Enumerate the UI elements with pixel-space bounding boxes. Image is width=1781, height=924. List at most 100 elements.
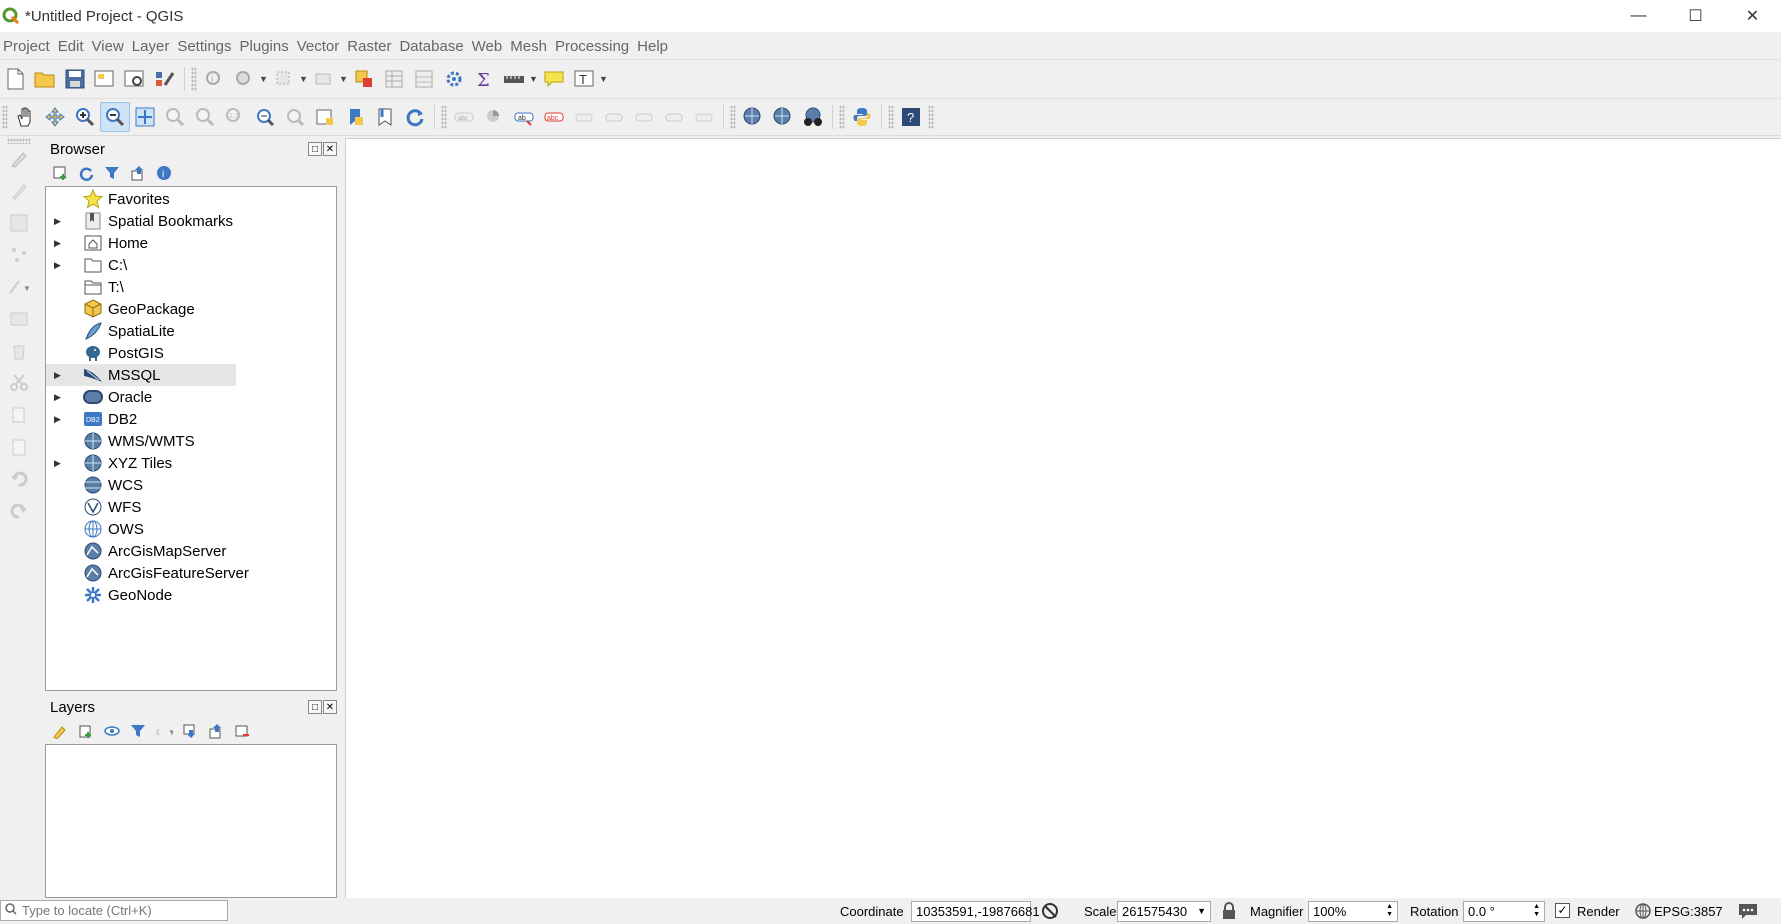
browser-item[interactable]: WMS/WMTS <box>46 430 336 452</box>
expand-arrow-icon[interactable]: ▶ <box>54 392 68 403</box>
pan-to-selection-icon[interactable] <box>40 102 70 132</box>
help-icon[interactable]: ? <box>896 102 926 132</box>
coordinate-field[interactable]: 10353591,-19876681 <box>911 900 1040 922</box>
browser-item[interactable]: ▶ XYZ Tiles <box>46 452 336 474</box>
zoom-to-selection-icon[interactable] <box>160 102 190 132</box>
render-checkbox[interactable]: ✓ <box>1555 903 1570 918</box>
zoom-to-layer-icon[interactable] <box>190 102 220 132</box>
pin-labels-icon[interactable] <box>569 102 599 132</box>
close-panel-button[interactable]: ✕ <box>323 142 337 156</box>
spin-arrows-icon[interactable]: ▲ ▼ <box>1386 903 1393 919</box>
filter-by-expression-icon[interactable]: ε ▼ <box>155 722 173 740</box>
menu-view[interactable]: View <box>89 38 129 55</box>
cut-features-icon[interactable] <box>4 368 34 398</box>
messages-icon[interactable] <box>1737 901 1759 924</box>
undo-icon[interactable] <box>4 464 34 494</box>
chevron-down-icon[interactable]: ▼ <box>299 74 309 84</box>
delete-selected-icon[interactable] <box>4 336 34 366</box>
browser-item[interactable]: GeoPackage <box>46 298 336 320</box>
browser-item[interactable]: WCS <box>46 474 336 496</box>
browser-item[interactable]: ArcGisFeatureServer <box>46 562 336 584</box>
manage-map-themes-icon[interactable] <box>103 722 121 740</box>
menu-processing[interactable]: Processing <box>552 38 634 55</box>
collapse-all-icon[interactable] <box>129 164 147 182</box>
copy-features-icon[interactable] <box>4 400 34 430</box>
run-feature-action-icon[interactable] <box>229 64 259 94</box>
browser-item[interactable]: PostGIS <box>46 342 336 364</box>
metasearch-results-icon[interactable] <box>768 102 798 132</box>
open-layer-styling-icon[interactable] <box>51 722 69 740</box>
rotate-label-icon[interactable] <box>659 102 689 132</box>
paste-features-icon[interactable] <box>4 432 34 462</box>
lock-scale-icon[interactable] <box>1221 902 1237 923</box>
change-label-icon[interactable] <box>689 102 719 132</box>
maximize-button[interactable]: ☐ <box>1667 0 1724 32</box>
crs-globe-icon[interactable] <box>1634 902 1652 923</box>
save-project-icon[interactable] <box>60 64 90 94</box>
highlight-pinned-labels-icon[interactable]: ab <box>509 102 539 132</box>
browser-item[interactable]: ▶ DB2 DB2 <box>46 408 336 430</box>
undock-panel-button[interactable]: □ <box>308 700 322 714</box>
refresh-icon[interactable] <box>400 102 430 132</box>
map-tips-icon[interactable] <box>539 64 569 94</box>
style-manager-icon[interactable] <box>150 64 180 94</box>
browser-item[interactable]: ▶ MSSQL <box>46 364 236 386</box>
browser-item[interactable]: ▶ Home <box>46 232 336 254</box>
browser-item[interactable]: T:\ <box>46 276 336 298</box>
expand-arrow-icon[interactable]: ▶ <box>54 260 68 271</box>
layers-tree[interactable] <box>45 744 337 898</box>
browser-item[interactable]: WFS <box>46 496 336 518</box>
chevron-down-icon[interactable]: ▼ <box>259 74 269 84</box>
close-window-button[interactable]: ✕ <box>1724 0 1781 32</box>
globe-binoculars-icon[interactable] <box>798 102 828 132</box>
collapse-all-layers-icon[interactable] <box>207 722 225 740</box>
zoom-in-icon[interactable] <box>70 102 100 132</box>
browser-item[interactable]: ▶ Oracle <box>46 386 336 408</box>
browser-item[interactable]: GeoNode <box>46 584 336 606</box>
undock-panel-button[interactable]: □ <box>308 142 322 156</box>
vertex-tool-icon[interactable]: ▼ <box>4 272 34 302</box>
show-hide-labels-icon[interactable] <box>599 102 629 132</box>
remove-layer-icon[interactable] <box>233 722 251 740</box>
metasearch-icon[interactable] <box>738 102 768 132</box>
zoom-full-icon[interactable] <box>130 102 160 132</box>
minimize-button[interactable]: — <box>1610 0 1667 32</box>
menu-mesh[interactable]: Mesh <box>507 38 552 55</box>
modify-attributes-icon[interactable] <box>4 304 34 334</box>
chevron-down-icon[interactable]: ▼ <box>529 74 539 84</box>
deselect-all-icon[interactable] <box>349 64 379 94</box>
expand-arrow-icon[interactable]: ▶ <box>54 370 68 381</box>
expand-arrow-icon[interactable]: ▶ <box>54 216 68 227</box>
menu-edit[interactable]: Edit <box>55 38 89 55</box>
current-edits-icon[interactable] <box>4 144 34 174</box>
field-calculator-icon[interactable] <box>409 64 439 94</box>
pan-hand-icon[interactable] <box>10 102 40 132</box>
show-bookmarks-icon[interactable] <box>370 102 400 132</box>
menu-project[interactable]: Project <box>0 38 55 55</box>
attribute-table-icon[interactable] <box>379 64 409 94</box>
select-features-icon[interactable] <box>269 64 299 94</box>
statistical-summary-icon[interactable]: Σ <box>469 64 499 94</box>
browser-item[interactable]: ArcGisMapServer <box>46 540 336 562</box>
menu-database[interactable]: Database <box>396 38 468 55</box>
layer-diagram-options-icon[interactable] <box>479 102 509 132</box>
add-selected-layers-icon[interactable] <box>51 164 69 182</box>
zoom-out-icon[interactable] <box>100 102 130 132</box>
move-label-icon[interactable] <box>629 102 659 132</box>
browser-item[interactable]: ▶ C:\ <box>46 254 336 276</box>
expand-all-icon[interactable] <box>181 722 199 740</box>
magnifier-spinbox[interactable]: 100% ▲ ▼ <box>1308 900 1398 922</box>
layer-labeling-options-icon[interactable]: abc <box>449 102 479 132</box>
properties-info-icon[interactable]: i <box>155 164 173 182</box>
menu-layer[interactable]: Layer <box>129 38 175 55</box>
add-group-icon[interactable] <box>77 722 95 740</box>
map-canvas[interactable] <box>345 138 1781 898</box>
expand-arrow-icon[interactable]: ▶ <box>54 458 68 469</box>
layout-manager-icon[interactable] <box>120 64 150 94</box>
zoom-native-resolution-icon[interactable]: 1:1 <box>220 102 250 132</box>
filter-browser-icon[interactable] <box>103 164 121 182</box>
redo-icon[interactable] <box>4 496 34 526</box>
zoom-next-icon[interactable] <box>280 102 310 132</box>
toggle-display-labels-icon[interactable]: abc <box>539 102 569 132</box>
menu-help[interactable]: Help <box>634 38 673 55</box>
